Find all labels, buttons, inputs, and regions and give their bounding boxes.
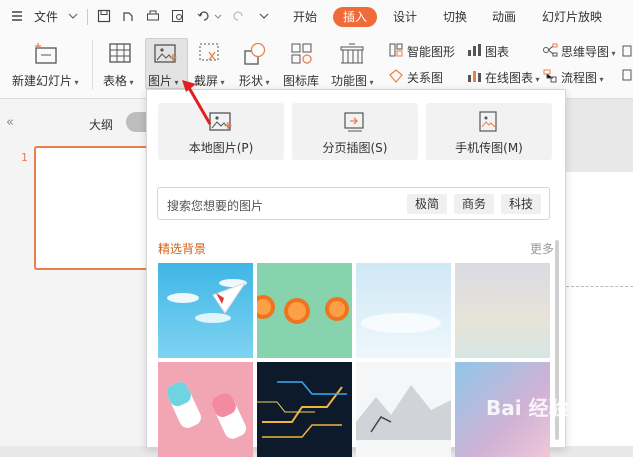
function-chart-button[interactable]: 功能图 ▾ <box>331 72 374 89</box>
menubar: 文件 开始 插入 设计 切换 动画 幻灯片放映 <box>0 0 633 34</box>
tag-business[interactable]: 商务 <box>454 194 495 214</box>
mind-map-icon[interactable] <box>542 42 558 61</box>
shape-label: 形状 <box>239 74 264 88</box>
tab-home[interactable]: 开始 <box>293 8 317 25</box>
chevron-down-icon[interactable] <box>66 9 80 23</box>
dropdown-arrow-icon: ▾ <box>72 78 79 87</box>
undo-icon[interactable] <box>197 9 211 23</box>
customize-dropdown-icon[interactable] <box>257 9 271 23</box>
tab-slideshow[interactable]: 幻灯片放映 <box>542 8 602 25</box>
picture-icon[interactable] <box>153 42 179 69</box>
background-thumbnail-circuit-board[interactable] <box>257 362 352 457</box>
slide-thumbnail[interactable] <box>34 146 148 270</box>
background-thumbnail-sky-clouds[interactable] <box>356 263 451 358</box>
mind-map-label: 思维导图 <box>561 45 610 59</box>
tab-insert[interactable]: 插入 <box>333 7 377 27</box>
featured-backgrounds-title: 精选背景 <box>158 242 207 256</box>
placeholder-border <box>566 286 633 287</box>
dropdown-arrow-icon: ▾ <box>367 78 374 87</box>
divider <box>92 40 93 90</box>
dropdown-arrow-icon: ▾ <box>597 75 604 84</box>
background-thumbnail-gradient[interactable] <box>455 263 550 358</box>
local-picture-label: 本地图片(P) <box>188 141 254 155</box>
annotation-arrow-icon <box>182 80 212 125</box>
print-icon[interactable] <box>146 9 160 23</box>
page-illustration-label: 分页插图(S) <box>322 141 388 155</box>
new-slide-icon[interactable] <box>33 42 59 69</box>
tab-design[interactable]: 设计 <box>393 8 417 25</box>
relation-chart-button[interactable]: 关系图 <box>407 69 443 86</box>
chart-button[interactable]: 图表 <box>485 43 509 60</box>
relation-chart-icon[interactable] <box>388 68 404 87</box>
local-picture-button[interactable]: 本地图片(P) <box>158 103 284 160</box>
chart-icon[interactable] <box>466 42 482 61</box>
tag-technology[interactable]: 科技 <box>501 194 542 214</box>
icon-library-icon[interactable] <box>289 41 315 70</box>
screenshot-icon[interactable] <box>197 41 223 69</box>
flowchart-button[interactable]: 流程图 ▾ <box>561 69 604 86</box>
background-thumbnail-paper-plane[interactable] <box>158 263 253 358</box>
smart-graphic-icon[interactable] <box>388 42 404 61</box>
function-chart-icon[interactable] <box>338 41 366 70</box>
export-icon[interactable] <box>121 9 135 23</box>
function-chart-label: 功能图 <box>331 74 368 88</box>
smart-graphic-button[interactable]: 智能图形 <box>407 43 455 60</box>
flowchart-label: 流程图 <box>561 71 598 85</box>
icon-library-button[interactable]: 图标库 <box>283 72 319 89</box>
slide-number: 1 <box>21 151 28 164</box>
phone-picture-button[interactable]: 手机传图(M) <box>426 103 552 160</box>
dropdown-arrow-icon: ▾ <box>172 78 179 87</box>
shape-button[interactable]: 形状 ▾ <box>239 72 270 89</box>
redo-icon[interactable] <box>231 9 245 23</box>
page-illustration-button[interactable]: 分页插图(S) <box>292 103 418 160</box>
online-chart-label: 在线图表 <box>485 71 534 85</box>
slide-canvas[interactable] <box>560 172 633 446</box>
file-menu[interactable]: 文件 <box>34 8 58 25</box>
picture-label: 图片 <box>148 74 173 88</box>
dropdown-arrow-icon: ▾ <box>609 49 616 58</box>
flowchart-icon[interactable] <box>542 68 558 87</box>
page-illustration-icon <box>342 110 368 137</box>
background-thumbnail-popsicles[interactable] <box>158 362 253 457</box>
more-link[interactable]: 更多 <box>530 240 554 257</box>
divider <box>87 9 88 25</box>
watermark-logo: Bai 经验 <box>486 396 569 420</box>
tab-animation[interactable]: 动画 <box>492 8 516 25</box>
search-placeholder: 搜索您想要的图片 <box>167 199 264 213</box>
new-slide-button[interactable]: 新建幻灯片 ▾ <box>12 72 79 89</box>
dropdown-arrow-icon: ▾ <box>127 78 134 87</box>
undo-dropdown-icon[interactable] <box>213 9 227 23</box>
table-icon[interactable] <box>108 42 132 67</box>
online-chart-button[interactable]: 在线图表 ▾ <box>485 69 540 86</box>
mind-map-button[interactable]: 思维导图 ▾ <box>561 43 616 60</box>
tag-minimal[interactable]: 极简 <box>407 194 448 214</box>
more-ribbon-icon[interactable] <box>622 42 633 85</box>
tab-transition[interactable]: 切换 <box>443 8 467 25</box>
background-thumbnail-oranges[interactable] <box>257 263 352 358</box>
online-chart-icon[interactable] <box>466 68 482 87</box>
dropdown-arrow-icon: ▾ <box>533 75 540 84</box>
background-thumbnail-ink-landscape[interactable] <box>356 362 451 457</box>
phone-picture-icon <box>476 110 502 137</box>
new-slide-label: 新建幻灯片 <box>12 74 73 88</box>
print-preview-icon[interactable] <box>171 9 185 23</box>
tab-outline[interactable]: 大纲 <box>89 116 113 133</box>
collapse-panel-icon[interactable]: « <box>6 115 14 130</box>
shape-icon[interactable] <box>242 41 268 70</box>
dropdown-arrow-icon: ▾ <box>263 78 270 87</box>
table-button[interactable]: 表格 ▾ <box>103 72 134 89</box>
phone-picture-label: 手机传图(M) <box>455 141 523 155</box>
picture-button[interactable]: 图片 ▾ <box>148 72 179 89</box>
picture-search-input[interactable]: 搜索您想要的图片 极简 商务 科技 <box>157 187 550 220</box>
menu-icon[interactable] <box>10 9 24 23</box>
table-label: 表格 <box>103 74 128 88</box>
save-icon[interactable] <box>97 9 111 23</box>
